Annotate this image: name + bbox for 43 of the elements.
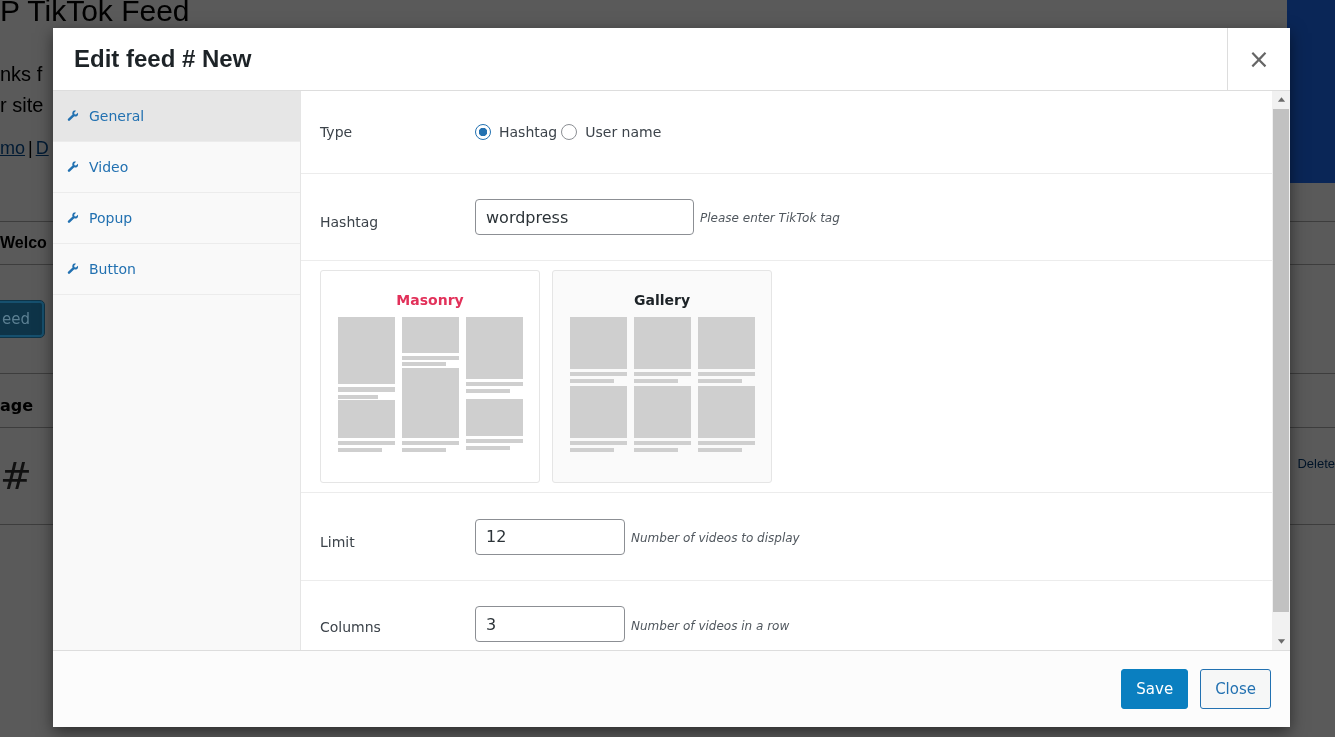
field-label: Columns — [320, 619, 382, 635]
input-field[interactable]: 12 — [475, 518, 625, 555]
add-feed-button[interactable]: eed — [0, 301, 44, 337]
wrench-icon — [67, 110, 79, 122]
table-cell: # — [0, 454, 32, 498]
wrench-icon — [67, 263, 79, 275]
layout-title: Masonry — [396, 292, 464, 308]
field-hint: Number of videos to display — [631, 530, 800, 545]
radio-label: User name — [585, 124, 662, 140]
scroll-up-arrow-icon[interactable] — [1276, 96, 1286, 104]
sidebar-tab[interactable]: Video — [53, 142, 300, 193]
layout-title: Gallery — [633, 292, 691, 308]
scroll-down-arrow-icon[interactable] — [1276, 637, 1286, 645]
table-header: age — [0, 396, 34, 415]
close-button[interactable]: Close — [1200, 669, 1271, 709]
page-title: P TikTok Feed — [0, 0, 190, 29]
sidebar-tab[interactable]: General — [53, 91, 300, 142]
wrench-icon — [67, 161, 79, 173]
save-button[interactable]: Save — [1121, 669, 1189, 709]
radio-button[interactable] — [561, 124, 578, 140]
radio-button[interactable] — [475, 124, 491, 140]
wrench-icon — [67, 212, 79, 224]
scrollbar[interactable] — [1272, 91, 1290, 650]
layout-card[interactable]: Gallery — [552, 270, 772, 483]
input-field[interactable]: 3 — [475, 606, 625, 642]
field-label: Hashtag — [320, 214, 380, 230]
delete-link[interactable]: Delete — [1297, 455, 1335, 471]
sidebar-tab[interactable]: Popup — [53, 193, 300, 244]
input-field[interactable]: wordpress — [475, 199, 694, 235]
field-label: Type — [320, 124, 354, 140]
field-label: Limit — [320, 533, 356, 550]
section-heading: Welco — [0, 234, 47, 252]
close-button[interactable]: × — [1227, 28, 1290, 90]
sidebar-tab[interactable]: Button — [53, 244, 300, 295]
radio-label: Hashtag — [499, 124, 558, 140]
link-separator: | — [28, 138, 33, 159]
dialog-title: Edit feed # New — [73, 44, 253, 74]
layout-card[interactable]: Masonry — [320, 270, 540, 483]
field-hint: Please enter TikTok tag — [700, 211, 840, 225]
link[interactable]: mo — [0, 138, 25, 159]
intro-text: nks f — [0, 62, 44, 87]
field-hint: Number of videos in a row — [631, 619, 790, 633]
intro-text: r site — [0, 93, 44, 118]
